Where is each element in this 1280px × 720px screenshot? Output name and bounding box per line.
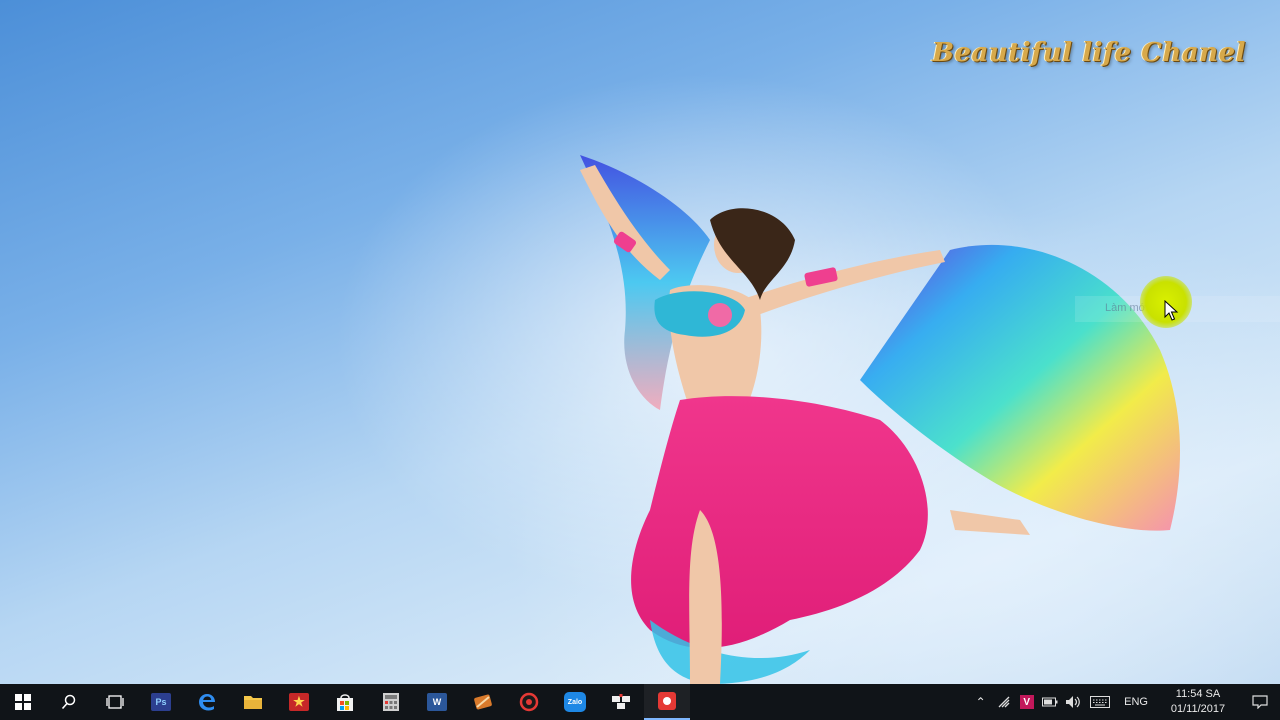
folder-icon — [244, 696, 262, 709]
record-icon — [658, 692, 676, 710]
clock-date: 01/11/2017 — [1170, 703, 1226, 715]
show-hidden-icons-button[interactable]: ⌃ — [969, 684, 992, 720]
taskbar: Ps ★ W Zalo ⌃ V ENG 11:54 SA 01/11/2017 — [0, 684, 1280, 720]
tray-network-tool[interactable] — [992, 684, 1015, 720]
tray-app-v[interactable]: V — [1015, 684, 1038, 720]
taskbar-app-media[interactable] — [506, 684, 552, 720]
taskbar-app-red-star[interactable]: ★ — [276, 684, 322, 720]
v-app-icon: V — [1019, 695, 1034, 709]
calculator-icon — [383, 693, 399, 711]
windows-logo-icon — [15, 694, 31, 710]
chevron-up-icon: ⌃ — [975, 695, 986, 709]
tool-icon — [474, 694, 492, 710]
action-center-button[interactable] — [1240, 684, 1280, 720]
search-button[interactable] — [46, 684, 92, 720]
taskbar-app-edge[interactable] — [184, 684, 230, 720]
tray-volume[interactable] — [1061, 684, 1084, 720]
photoshop-icon: Ps — [151, 693, 171, 711]
taskbar-app-calculator[interactable] — [368, 684, 414, 720]
channel-watermark: Beautiful life Chanel — [932, 38, 1246, 68]
notification-icon — [1252, 695, 1268, 709]
media-icon — [519, 692, 539, 712]
taskbar-app-zalo[interactable]: Zalo — [552, 684, 598, 720]
taskbar-app-sketch[interactable] — [598, 684, 644, 720]
system-tray: ⌃ V ENG 11:54 SA 01/11/2017 — [969, 684, 1280, 720]
taskbar-app-file-explorer[interactable] — [230, 684, 276, 720]
taskbar-app-photoshop[interactable]: Ps — [138, 684, 184, 720]
keyboard-icon — [1090, 696, 1111, 708]
taskbar-app-word[interactable]: W — [414, 684, 460, 720]
task-view-button[interactable] — [92, 684, 138, 720]
desktop-wallpaper[interactable]: Beautiful life Chanel Làm mới — [0, 0, 1280, 684]
tray-keyboard[interactable] — [1084, 684, 1116, 720]
zalo-icon: Zalo — [564, 692, 586, 712]
network-tool-icon — [998, 696, 1010, 708]
taskbar-app-recorder[interactable] — [644, 684, 690, 720]
word-icon: W — [427, 693, 447, 711]
red-star-icon: ★ — [289, 693, 309, 711]
mouse-pointer-icon — [1164, 300, 1179, 321]
sketch-icon — [612, 694, 630, 709]
battery-icon — [1041, 697, 1058, 707]
volume-icon — [1065, 696, 1080, 708]
dancer-wallpaper-image — [580, 155, 1180, 684]
input-language-indicator[interactable]: ENG — [1116, 696, 1156, 708]
tray-battery[interactable] — [1038, 684, 1061, 720]
clock[interactable]: 11:54 SA 01/11/2017 — [1156, 687, 1240, 717]
edge-icon — [199, 694, 215, 711]
start-button[interactable] — [0, 684, 46, 720]
store-bag-icon — [337, 694, 353, 711]
clock-time: 11:54 SA — [1175, 688, 1221, 700]
taskbar-app-tool[interactable] — [460, 684, 506, 720]
taskbar-app-store[interactable] — [322, 684, 368, 720]
task-view-icon — [106, 695, 124, 709]
search-icon — [61, 694, 76, 710]
